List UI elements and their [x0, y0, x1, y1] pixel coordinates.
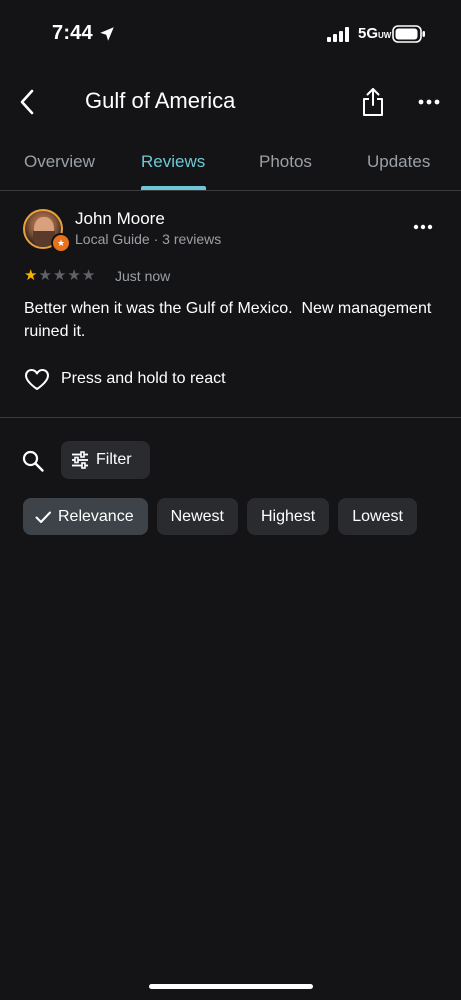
- network-indicator: 5GUW: [358, 25, 391, 42]
- search-icon: [22, 450, 44, 472]
- sort-chip-label: Relevance: [58, 507, 134, 525]
- star-empty-icon: ★: [67, 267, 81, 284]
- page-title: Gulf of America: [85, 88, 236, 113]
- more-horizontal-icon: [418, 99, 440, 105]
- sort-chip-relevance[interactable]: Relevance: [23, 498, 148, 535]
- tab-bar: Overview Reviews Photos Updates: [0, 140, 461, 191]
- review-more-button[interactable]: [406, 213, 440, 241]
- battery-icon: [392, 25, 425, 43]
- tab-updates[interactable]: Updates: [367, 152, 430, 172]
- star-empty-icon: ★: [38, 267, 52, 284]
- reviewer-meta: Local Guide · 3 reviews: [75, 231, 222, 247]
- react-label: Press and hold to react: [61, 370, 226, 387]
- tab-reviews[interactable]: Reviews: [141, 152, 205, 172]
- review-card: ★ John Moore Local Guide · 3 reviews ★ ★ ★…: [0, 191, 461, 418]
- sort-chip-newest[interactable]: Newest: [156, 498, 238, 535]
- reviewer-name[interactable]: John Moore: [75, 209, 165, 229]
- filter-label: Filter: [96, 451, 132, 468]
- heart-outline-icon: [24, 367, 50, 391]
- share-button[interactable]: [356, 84, 390, 120]
- active-tab-indicator: [141, 186, 206, 190]
- review-time: Just now: [115, 268, 171, 284]
- location-arrow-icon: [100, 27, 114, 41]
- review-text: Better when it was the Gulf of Mexico. N…: [24, 300, 436, 340]
- sliders-icon: [72, 451, 88, 469]
- more-options-button[interactable]: [412, 84, 446, 120]
- star-filled-icon: ★: [24, 267, 38, 284]
- sort-chip-lowest[interactable]: Lowest: [338, 498, 417, 535]
- header: Gulf of America: [0, 70, 461, 134]
- tab-photos[interactable]: Photos: [259, 152, 312, 172]
- network-label: 5G: [358, 25, 379, 42]
- share-icon: [363, 88, 383, 116]
- check-icon: [35, 511, 51, 523]
- sort-chip-highest[interactable]: Highest: [246, 498, 330, 535]
- chevron-left-icon: [20, 89, 34, 115]
- tab-overview[interactable]: Overview: [24, 152, 95, 172]
- status-bar: 7:44 5GUW: [0, 0, 461, 70]
- local-guide-star-icon: ★: [51, 233, 71, 253]
- cellular-signal-icon: [327, 27, 349, 42]
- sort-chip-label: Newest: [170, 507, 224, 525]
- filter-button[interactable]: Filter: [61, 441, 150, 479]
- status-time: 7:44: [52, 22, 93, 44]
- react-button[interactable]: Press and hold to react: [24, 366, 226, 392]
- star-empty-icon: ★: [81, 267, 96, 284]
- home-indicator[interactable]: [149, 984, 313, 989]
- star-rating: ★ ★ ★ ★ ★: [24, 268, 95, 283]
- network-suffix: UW: [378, 31, 392, 40]
- sort-chip-label: Highest: [260, 507, 316, 525]
- sort-chip-label: Lowest: [352, 507, 403, 525]
- back-button[interactable]: [10, 84, 44, 120]
- sort-chips: Relevance Newest Highest Lowest: [23, 498, 417, 535]
- search-reviews-button[interactable]: [18, 446, 48, 476]
- more-horizontal-icon: [413, 224, 433, 230]
- star-empty-icon: ★: [52, 267, 67, 284]
